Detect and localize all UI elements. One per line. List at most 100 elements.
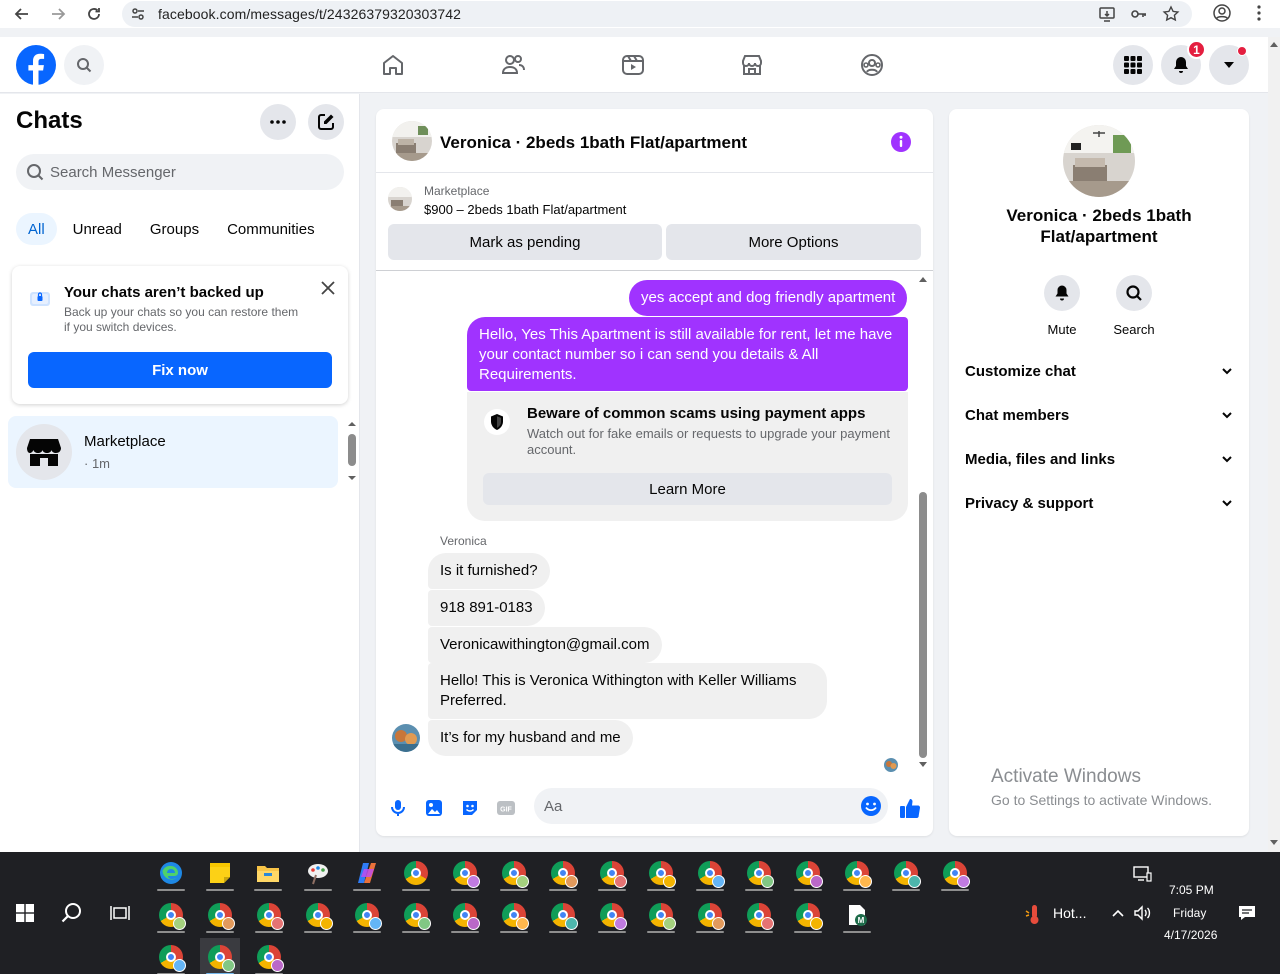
incoming-message[interactable]: Veronicawithington@gmail.com xyxy=(428,627,662,663)
chrome-profile-icon[interactable] xyxy=(592,896,632,934)
chevron-up-icon[interactable] xyxy=(1106,901,1130,925)
microphone-icon[interactable] xyxy=(386,796,410,820)
chrome-profile-icon[interactable] xyxy=(151,896,191,934)
incoming-message[interactable]: 918 891-0183 xyxy=(428,590,545,626)
chrome-profile-icon[interactable] xyxy=(543,896,583,934)
learn-more-button[interactable]: Learn More xyxy=(483,473,892,505)
forward-arrow-icon[interactable] xyxy=(41,0,75,28)
info-icon[interactable] xyxy=(890,131,912,153)
clock-date[interactable]: 4/17/2026 xyxy=(1164,928,1217,942)
paint-icon[interactable] xyxy=(298,854,338,892)
chrome-profile-icon[interactable] xyxy=(641,854,681,892)
document-app-icon[interactable]: M xyxy=(837,896,877,934)
listing-thumbnail[interactable] xyxy=(388,187,412,211)
chrome-profile-icon[interactable] xyxy=(837,854,877,892)
browser-menu-icon[interactable] xyxy=(1250,4,1268,22)
edge-icon[interactable] xyxy=(151,854,191,892)
incoming-message[interactable]: Hello! This is Veronica Withington with … xyxy=(428,663,827,719)
message-input[interactable] xyxy=(544,788,844,824)
chrome-profile-icon[interactable] xyxy=(347,896,387,934)
chrome-profile-icon[interactable] xyxy=(739,854,779,892)
password-key-icon[interactable] xyxy=(1130,5,1148,23)
listing-avatar[interactable] xyxy=(392,121,432,161)
emoji-icon[interactable] xyxy=(860,795,882,817)
task-view-icon[interactable] xyxy=(108,901,132,925)
windows-start-icon[interactable] xyxy=(13,901,37,925)
address-bar[interactable]: facebook.com/messages/t/2432637932030374… xyxy=(122,1,1192,27)
tab-unread[interactable]: Unread xyxy=(61,213,134,245)
chrome-profile-icon[interactable] xyxy=(396,896,436,934)
chrome-profile-icon[interactable] xyxy=(445,896,485,934)
chrome-profile-icon[interactable] xyxy=(739,896,779,934)
chrome-profile-icon[interactable] xyxy=(200,938,240,974)
display-tray-icon[interactable] xyxy=(1130,862,1154,886)
section-customize-chat[interactable]: Customize chat xyxy=(957,349,1241,393)
chrome-profile-icon[interactable] xyxy=(200,896,240,934)
chrome-profile-icon[interactable] xyxy=(543,854,583,892)
chrome-profile-icon[interactable] xyxy=(494,896,534,934)
listing-price[interactable]: $900 – 2beds 1bath Flat/apartment xyxy=(424,202,626,217)
section-media-files-links[interactable]: Media, files and links xyxy=(957,437,1241,481)
clock-day[interactable]: Friday xyxy=(1173,906,1206,920)
friends-icon[interactable] xyxy=(499,51,527,79)
section-chat-members[interactable]: Chat members xyxy=(957,393,1241,437)
file-explorer-icon[interactable] xyxy=(248,854,288,892)
messenger-search[interactable] xyxy=(16,154,344,190)
copilot-icon[interactable] xyxy=(347,854,387,892)
chrome-profile-icon[interactable] xyxy=(249,938,289,974)
page-scrollbar[interactable] xyxy=(1268,37,1280,852)
chrome-profile-icon[interactable] xyxy=(592,854,632,892)
chrome-profile-icon[interactable] xyxy=(151,938,191,974)
chrome-profile-icon[interactable] xyxy=(886,854,926,892)
thumbs-up-icon[interactable] xyxy=(898,796,922,820)
weather-text[interactable]: Hot... xyxy=(1053,905,1086,921)
profile-icon[interactable] xyxy=(1213,4,1231,22)
avatar[interactable] xyxy=(392,724,420,752)
search-conversation-button[interactable]: Search xyxy=(1104,275,1164,337)
site-settings-icon[interactable] xyxy=(130,6,148,22)
video-icon[interactable] xyxy=(619,51,647,79)
chrome-profile-icon[interactable] xyxy=(788,854,828,892)
reload-icon[interactable] xyxy=(77,0,111,28)
chrome-profile-icon[interactable] xyxy=(445,854,485,892)
groups-icon[interactable] xyxy=(858,51,886,79)
sidebar-scrollbar[interactable] xyxy=(346,420,358,484)
section-privacy-support[interactable]: Privacy & support xyxy=(957,481,1241,525)
sticker-icon[interactable] xyxy=(458,796,482,820)
chrome-profile-icon[interactable] xyxy=(249,896,289,934)
chrome-profile-icon[interactable] xyxy=(494,854,534,892)
listing-avatar-large[interactable] xyxy=(1063,125,1135,197)
gif-icon[interactable]: GIF xyxy=(494,796,518,820)
photo-icon[interactable] xyxy=(422,796,446,820)
conversation-title[interactable]: Veronica · 2beds 1bath Flat/apartment xyxy=(440,133,747,153)
incoming-message[interactable]: Is it furnished? xyxy=(428,553,550,589)
sticky-notes-icon[interactable] xyxy=(200,854,240,892)
chrome-icon[interactable] xyxy=(396,854,436,892)
search-icon[interactable] xyxy=(64,45,104,85)
more-options-icon[interactable] xyxy=(260,104,296,140)
back-arrow-icon[interactable] xyxy=(5,0,39,28)
fix-now-button[interactable]: Fix now xyxy=(28,352,332,388)
menu-grid-icon[interactable] xyxy=(1113,45,1153,85)
more-options-button[interactable]: More Options xyxy=(666,224,921,260)
conversation-scrollbar[interactable] xyxy=(917,272,929,772)
search-input[interactable] xyxy=(50,163,320,181)
list-item[interactable]: Marketplace · 1m xyxy=(8,416,338,488)
bookmark-star-icon[interactable] xyxy=(1162,5,1180,23)
search-icon[interactable] xyxy=(60,901,84,925)
close-icon[interactable] xyxy=(318,278,338,298)
tab-all[interactable]: All xyxy=(16,213,57,245)
chrome-profile-icon[interactable] xyxy=(788,896,828,934)
facebook-logo-icon[interactable] xyxy=(16,45,56,85)
outgoing-message[interactable]: Hello, Yes This Apartment is still avail… xyxy=(467,317,908,391)
weather-thermometer-icon[interactable] xyxy=(1022,902,1046,926)
mute-button[interactable]: Mute xyxy=(1032,275,1092,337)
chrome-profile-icon[interactable] xyxy=(641,896,681,934)
tab-groups[interactable]: Groups xyxy=(138,213,211,245)
tab-communities[interactable]: Communities xyxy=(215,213,327,245)
action-center-icon[interactable] xyxy=(1235,901,1259,925)
mark-as-pending-button[interactable]: Mark as pending xyxy=(388,224,662,260)
install-app-icon[interactable] xyxy=(1098,5,1116,23)
home-icon[interactable] xyxy=(379,51,407,79)
chrome-profile-icon[interactable] xyxy=(298,896,338,934)
